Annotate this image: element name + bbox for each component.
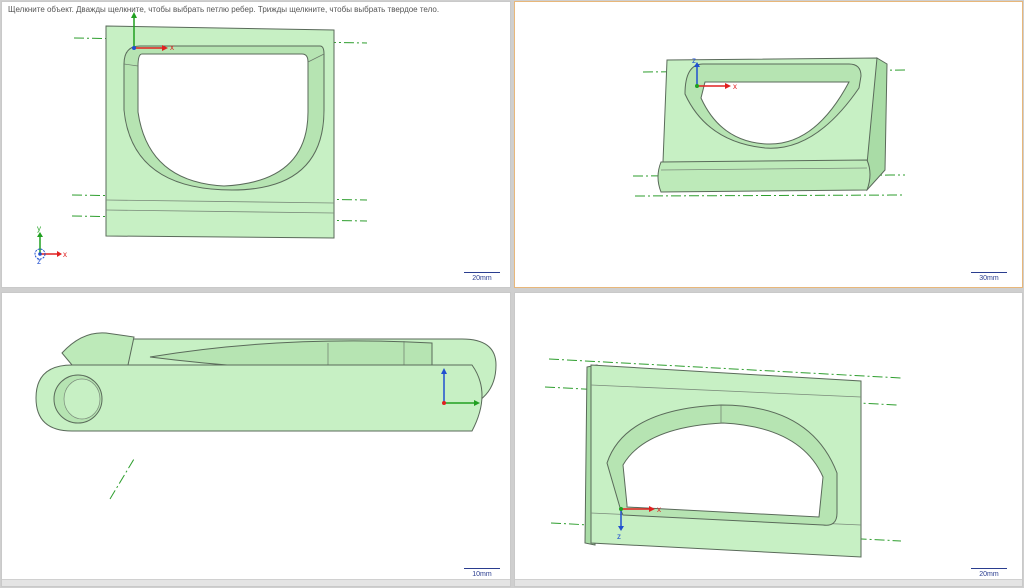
viewport-bottom-right[interactable]: x z 20mm [514, 292, 1023, 587]
model-view-side[interactable] [2, 293, 511, 587]
scale-bar: 30mm [971, 272, 1007, 284]
scale-label: 20mm [979, 571, 999, 578]
triad-label-z: z [37, 257, 41, 266]
viewport-top-right[interactable]: x z 30mm [514, 1, 1023, 288]
horizontal-scrollbar[interactable] [2, 579, 510, 586]
model-view-iso-bottom[interactable]: x z [515, 293, 1023, 587]
axis-label-z: z [617, 532, 621, 541]
model-view-front[interactable]: x y x z [2, 2, 511, 288]
axis-label-x: x [733, 82, 737, 91]
scale-bar: 20mm [464, 272, 500, 284]
axis-label-x: x [170, 43, 174, 52]
scale-label: 30mm [979, 275, 999, 282]
horizontal-scrollbar[interactable] [515, 579, 1022, 586]
triad-label-x: x [63, 250, 67, 259]
model-view-iso-top[interactable]: x z [515, 2, 1023, 288]
viewport-bottom-left[interactable]: 10mm [1, 292, 511, 587]
selection-hint: Щелкните объект. Дважды щелкните, чтобы … [8, 5, 440, 14]
viewport-top-left[interactable]: x y x z Щелкните объект. Дважды щелкните… [1, 1, 511, 288]
axis-label-x: x [657, 505, 661, 514]
view-triad[interactable]: y x z [34, 224, 67, 266]
axis-label-z: z [692, 56, 696, 65]
scale-label: 20mm [472, 275, 492, 282]
scale-label: 10mm [472, 571, 492, 578]
triad-label-y: y [37, 224, 41, 233]
